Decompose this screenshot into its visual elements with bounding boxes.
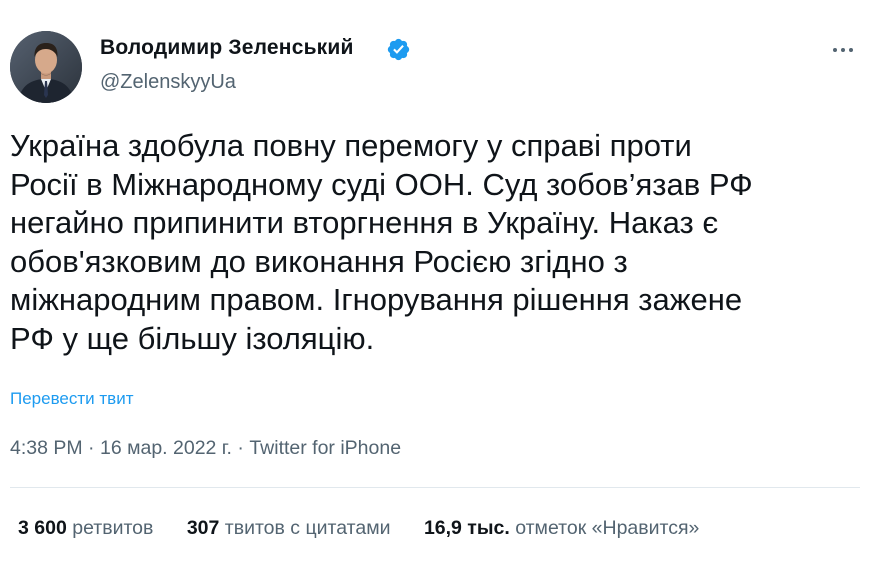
meta-separator: ·: [82, 437, 100, 459]
author-handle[interactable]: @ZelenskyyUa: [100, 71, 236, 94]
retweets-stat[interactable]: 3 600 ретвитов: [18, 517, 153, 539]
tweet-text-line: Росії в Міжнародному суді ООН. Суд зобов…: [10, 166, 753, 202]
likes-count: 16,9 тыс.: [423, 517, 510, 539]
retweets-count: 3 600: [18, 517, 67, 539]
tweet-text-line: Україна здобула повну перемогу у справі …: [10, 128, 692, 163]
tweet-meta: 4:38 PM · 16 мар. 2022 г. · Twitter for …: [10, 437, 401, 460]
likes-label: отметок «Нравится»: [515, 517, 700, 539]
divider: [10, 487, 860, 488]
avatar-portrait-icon: [10, 31, 82, 103]
tweet-text-line: РФ у ще більшу ізоляцію.: [10, 320, 375, 356]
quotes-stat[interactable]: 307 твитов с цитатами: [187, 517, 391, 539]
more-options-icon[interactable]: [826, 38, 860, 62]
tweet-text: Україна здобула повну перемогу у справі …: [10, 127, 870, 358]
tweet-text-line: обов'язковим до виконання Росією згідно …: [10, 243, 628, 279]
quotes-label: твитов с цитатами: [224, 517, 391, 539]
verified-badge-icon: [387, 38, 410, 61]
likes-stat[interactable]: 16,9 тыс. отметок «Нравится»: [424, 517, 699, 539]
tweet-stats: 3 600 ретвитов 307 твитов с цитатами 16,…: [18, 517, 699, 540]
tweet-text-line: негайно припинити вторгнення в Україну. …: [10, 205, 719, 240]
tweet-source[interactable]: Twitter for iPhone: [249, 437, 401, 459]
tweet: Володимир Зеленський @ZelenskyyUa Україн…: [0, 0, 889, 564]
retweets-label: ретвитов: [72, 517, 154, 539]
tweet-date[interactable]: 16 мар. 2022 г.: [100, 437, 232, 459]
quotes-count: 307: [186, 517, 220, 539]
avatar[interactable]: [10, 31, 82, 103]
meta-separator: ·: [231, 437, 250, 459]
tweet-text-line: міжнародним правом. Ігнорування рішення …: [10, 282, 743, 317]
translate-tweet-link[interactable]: Перевести твит: [10, 389, 133, 409]
tweet-time[interactable]: 4:38 PM: [10, 437, 83, 459]
author-name[interactable]: Володимир Зеленський: [100, 36, 354, 60]
